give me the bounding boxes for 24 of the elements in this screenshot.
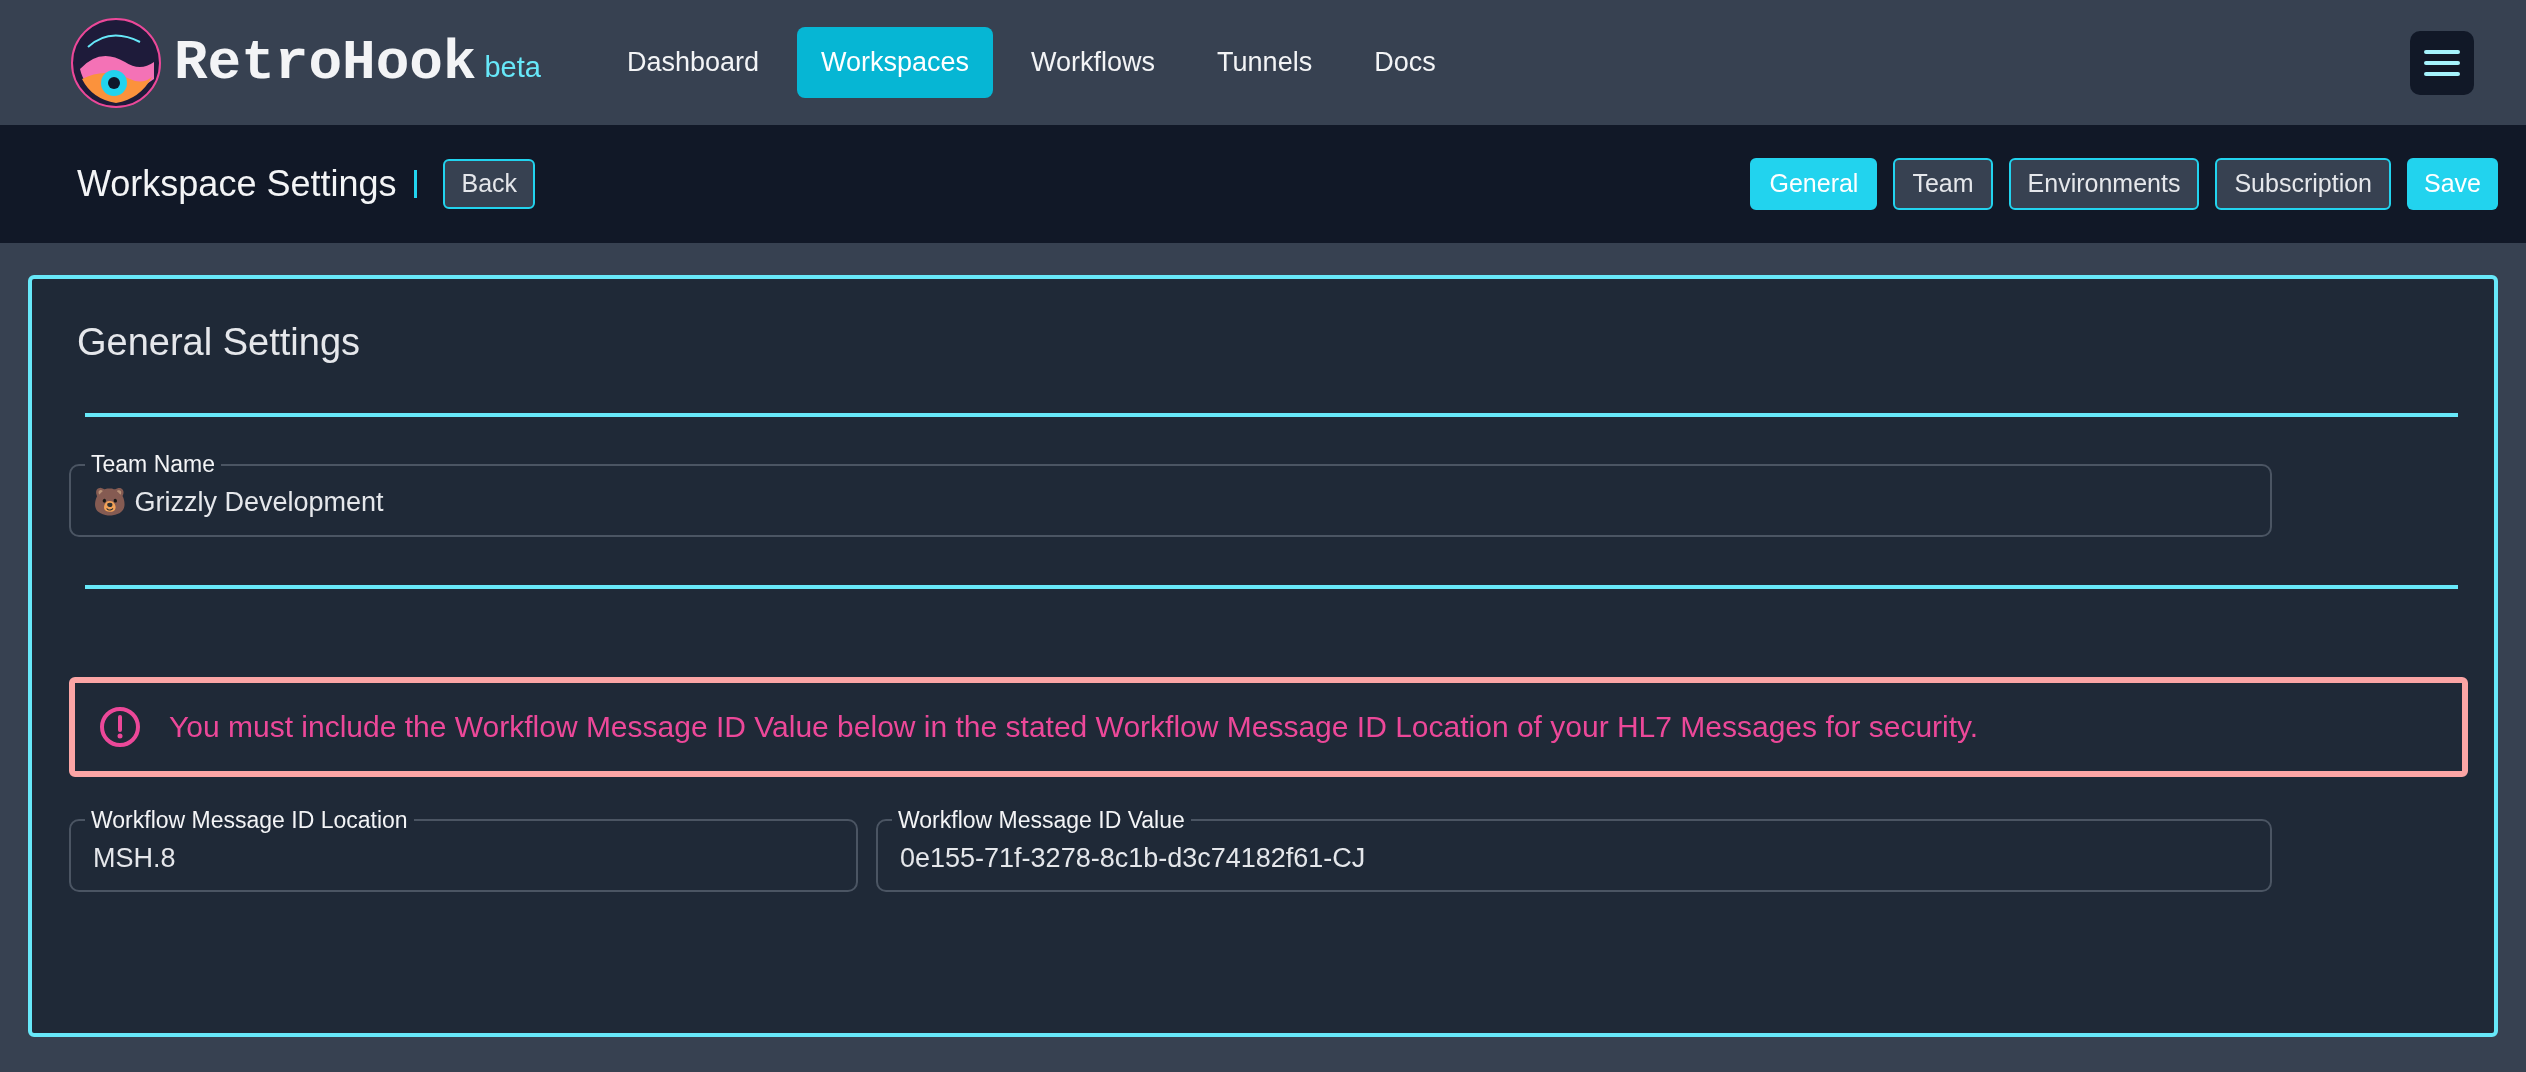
brand-name: RetroHook: [174, 34, 477, 91]
nav-link[interactable]: Dashboard: [602, 27, 783, 98]
nav-link[interactable]: Workflows: [1007, 27, 1180, 98]
settings-tab[interactable]: Subscription: [2215, 158, 2391, 210]
text-field[interactable]: Workflow Message ID Value 0e155-71f-3278-8c1b-d3c74182f61-CJ: [876, 808, 2272, 892]
beta-label: beta: [484, 49, 541, 85]
field-label: Team Name: [90, 453, 216, 476]
alert-icon: [99, 705, 141, 748]
text-field[interactable]: Workflow Message ID Location MSH.8: [69, 808, 858, 892]
logo-icon: [70, 16, 162, 109]
text-field[interactable]: Team Name 🐻 Grizzly Development: [69, 453, 2272, 537]
nav-link[interactable]: Docs: [1350, 27, 1460, 98]
field-label: Workflow Message ID Location: [90, 808, 409, 832]
text-input[interactable]: 🐻 Grizzly Development: [93, 476, 2248, 523]
back-button[interactable]: Back: [443, 159, 536, 209]
section-title: General Settings: [77, 323, 362, 361]
field-label: Workflow Message ID Value: [897, 808, 1186, 832]
menu-button[interactable]: [2410, 30, 2474, 95]
nav-link[interactable]: Tunnels: [1193, 27, 1337, 98]
settings-tab[interactable]: Environments: [2008, 158, 2200, 210]
page-title: Workspace Settings: [77, 162, 397, 206]
alert-message: You must include the Workflow Message ID Value below in the stated Workflow Message ID Location of your HL7 Messages for security.: [169, 709, 1979, 745]
settings-tab[interactable]: Team: [1893, 158, 1993, 210]
menu-icon: [2424, 48, 2460, 77]
